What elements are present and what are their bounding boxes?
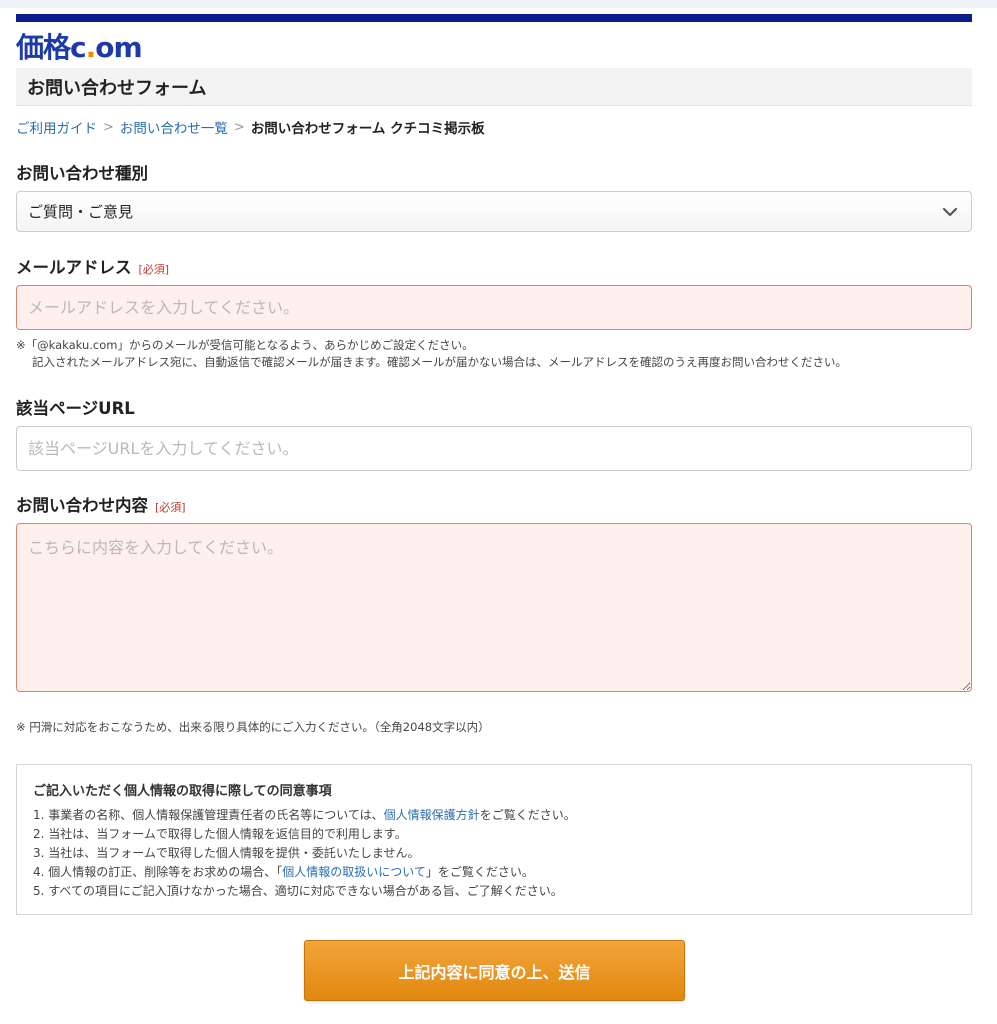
consent-item: 2. 当社は、当フォームで取得した個人情報を返信目的で利用します。 [33, 827, 407, 841]
logo-kanji: 価格 [16, 31, 71, 64]
consent-item-1-pre: 1. 事業者の名称、個人情報保護管理責任者の氏名等については、 [33, 808, 384, 822]
email-note-line-2: 記入されたメールアドレス宛に、自動返信で確認メールが届きます。確認メールが届かな… [32, 355, 847, 369]
url-label: 該当ページURL [16, 395, 135, 419]
email-label-text: メールアドレス [16, 258, 132, 277]
email-label: メールアドレス [必須] [16, 254, 169, 278]
consent-list: 1. 事業者の名称、個人情報保護管理責任者の氏名等については、個人情報保護方針を… [33, 806, 955, 901]
required-badge: [必須] [138, 263, 170, 276]
brand-bar [16, 14, 972, 22]
consent-item: 4. 個人情報の訂正、削除等をお求めの場合、「個人情報の取扱いについて」をご覧く… [33, 863, 955, 882]
logo-c: c [70, 31, 87, 64]
consent-item: 3. 当社は、当フォームで取得した個人情報を提供・委託いたしません。 [33, 846, 420, 860]
breadcrumb-current: お問い合わせフォーム クチコミ掲示板 [250, 121, 485, 137]
inquiry-type-label-text: お問い合わせ種別 [16, 164, 148, 183]
top-strip [0, 0, 997, 8]
logo-om: om [95, 31, 142, 64]
breadcrumb-separator-icon: > [233, 119, 245, 135]
content-label: お問い合わせ内容 [必須] [16, 492, 186, 516]
consent-item-1-post: をご覧ください。 [479, 808, 576, 822]
url-input[interactable] [16, 426, 972, 471]
content-note: ※ 円滑に対応をおこなうため、出来る限り具体的にご入力ください。（全角2048文… [16, 720, 490, 734]
inquiry-type-label: お問い合わせ種別 [16, 160, 148, 184]
inquiry-type-select[interactable]: ご質問・ご意見 [16, 191, 972, 232]
consent-item: 1. 事業者の名称、個人情報保護管理責任者の氏名等については、個人情報保護方針を… [33, 806, 955, 825]
consent-item-4-post: 」をご覧ください。 [425, 865, 534, 879]
kakaku-logo[interactable]: 価格 c . om [16, 26, 143, 64]
consent-box: ご記入いただく個人情報の取得に際しての同意事項 1. 事業者の名称、個人情報保護… [16, 764, 972, 915]
url-label-text: 該当ページURL [16, 399, 135, 418]
consent-title: ご記入いただく個人情報の取得に際しての同意事項 [33, 784, 332, 799]
breadcrumb-separator-icon: > [103, 119, 114, 135]
email-note: ※「@kakaku.com」からのメールが受信可能となるよう、あらかじめご設定く… [16, 337, 847, 371]
submit-button[interactable]: 上記内容に同意の上、送信 [304, 940, 685, 1001]
consent-item-4-pre: 4. 個人情報の訂正、削除等をお求めの場合、「 [33, 865, 283, 879]
consent-item: 5. すべての項目にご記入頂けなかった場合、適切に対応できない場合がある旨、ご了… [33, 884, 563, 898]
content-label-text: お問い合わせ内容 [16, 496, 148, 515]
breadcrumb-guide-link[interactable]: ご利用ガイド [16, 117, 97, 137]
required-badge: [必須] [155, 501, 186, 514]
breadcrumb: ご利用ガイド > お問い合わせ一覧 > お問い合わせフォーム クチコミ掲示板 [16, 117, 485, 138]
inquiry-type-selected-value: ご質問・ご意見 [28, 203, 134, 221]
personal-info-handling-link[interactable]: 個人情報の取扱いについて [282, 865, 426, 879]
email-note-line-1: ※「@kakaku.com」からのメールが受信可能となるよう、あらかじめご設定く… [16, 338, 474, 352]
page-title: お問い合わせフォーム [16, 68, 972, 106]
chevron-down-icon [942, 207, 958, 217]
content-textarea[interactable] [16, 523, 972, 692]
privacy-policy-link[interactable]: 個人情報保護方針 [384, 808, 480, 822]
email-input[interactable] [16, 285, 972, 330]
breadcrumb-contact-list-link[interactable]: お問い合わせ一覧 [120, 117, 228, 137]
logo-dot: . [85, 31, 97, 64]
